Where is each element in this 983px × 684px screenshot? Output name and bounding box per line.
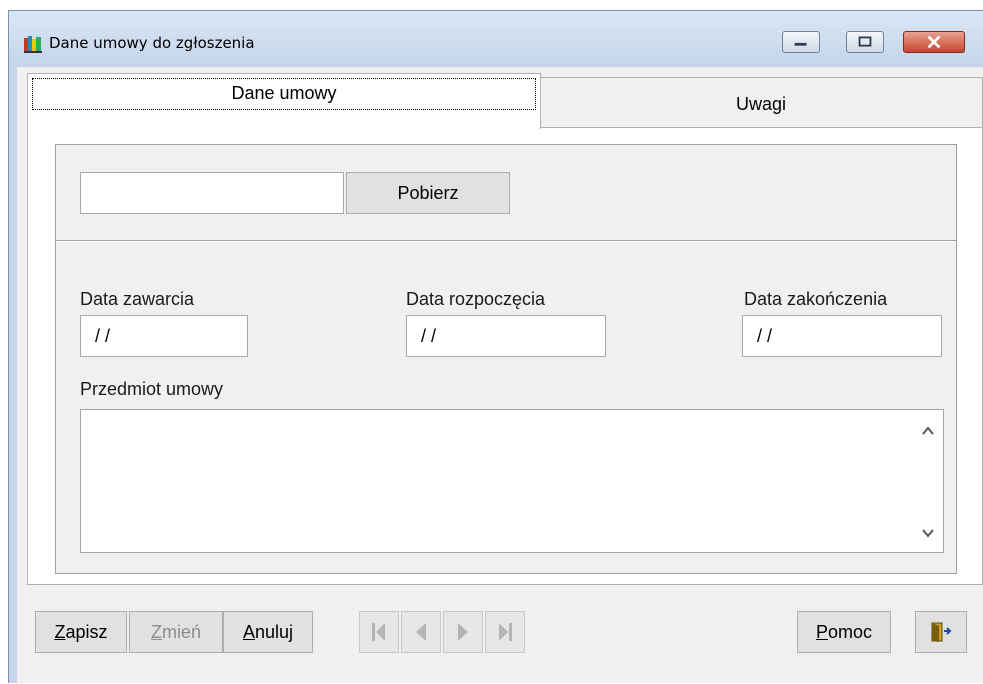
date-concluded-field[interactable]: / / <box>80 315 248 357</box>
tab-page-dane-umowy: Pobierz Data zawarcia Data rozpoczęcia D… <box>27 127 983 585</box>
first-record-button[interactable] <box>359 611 399 653</box>
last-record-button[interactable] <box>485 611 525 653</box>
contract-frame: Pobierz Data zawarcia Data rozpoczęcia D… <box>55 144 957 574</box>
books-icon <box>23 35 43 53</box>
minimize-button[interactable] <box>782 31 820 53</box>
help-button[interactable]: Pomoc <box>797 611 891 653</box>
contract-number-input[interactable] <box>80 172 344 214</box>
first-record-icon <box>372 623 385 641</box>
client-area: Uwagi Dane umowy Pobierz Data zawarcia D… <box>17 67 983 683</box>
edit-accel: Z <box>150 621 162 642</box>
maximize-button[interactable] <box>846 31 884 53</box>
exit-door-icon <box>931 622 952 642</box>
date-concluded-label: Data zawarcia <box>80 289 195 309</box>
save-button[interactable]: Zapisz <box>35 611 127 653</box>
save-label: apisz <box>65 621 108 642</box>
previous-record-icon <box>416 623 426 641</box>
tab-label: Dane umowy <box>32 78 536 110</box>
last-record-icon <box>499 623 512 641</box>
subject-textarea[interactable] <box>80 409 944 553</box>
close-icon <box>927 35 941 49</box>
desktop-strip <box>0 0 983 10</box>
chevron-down-icon[interactable] <box>921 526 935 540</box>
date-end-field[interactable]: / / <box>742 315 942 357</box>
fetch-button[interactable]: Pobierz <box>346 172 510 214</box>
next-record-button[interactable] <box>443 611 483 653</box>
minimize-icon <box>794 42 807 46</box>
exit-button[interactable] <box>915 611 967 653</box>
edit-button[interactable]: Zmień <box>129 611 223 653</box>
window-title: Dane umowy do zgłoszenia <box>49 34 255 52</box>
cancel-button[interactable]: Anuluj <box>223 611 313 653</box>
previous-record-button[interactable] <box>401 611 441 653</box>
title-bar[interactable]: Dane umowy do zgłoszenia <box>9 11 983 67</box>
date-start-label: Data rozpoczęcia <box>406 289 546 309</box>
dialog-window: Dane umowy do zgłoszenia Uwagi Dane umow… <box>8 10 983 683</box>
cancel-accel: A <box>242 621 255 642</box>
tab-dane-umowy[interactable]: Dane umowy <box>27 73 541 129</box>
help-accel: P <box>815 621 828 642</box>
chevron-up-icon[interactable] <box>921 424 935 438</box>
maximize-icon <box>858 36 872 47</box>
section-divider <box>56 240 956 242</box>
date-end-label: Data zakończenia <box>744 289 888 309</box>
tab-uwagi[interactable]: Uwagi <box>539 77 983 129</box>
save-accel: Z <box>54 621 66 642</box>
help-label: omoc <box>828 621 873 642</box>
tab-label: Uwagi <box>735 94 787 114</box>
cancel-label: nuluj <box>254 621 294 642</box>
subject-label: Przedmiot umowy <box>80 379 224 399</box>
subject-scrollbar[interactable] <box>913 410 943 552</box>
edit-label: mień <box>161 621 201 642</box>
close-button[interactable] <box>903 31 965 53</box>
next-record-icon <box>458 623 468 641</box>
date-start-field[interactable]: / / <box>406 315 606 357</box>
